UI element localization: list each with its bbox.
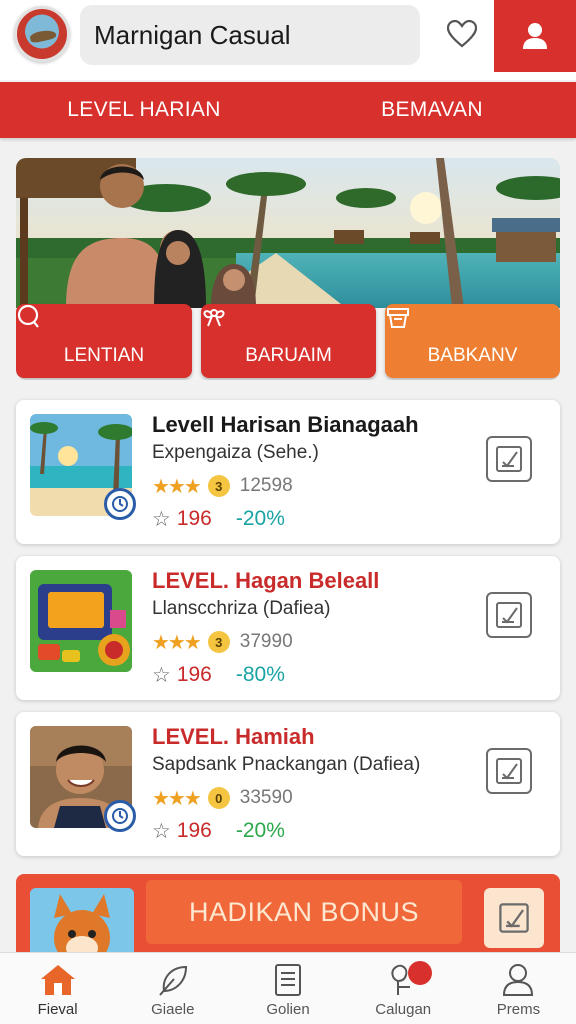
- card-discount: -20%: [235, 507, 285, 530]
- star-outline-icon: ☆: [152, 663, 171, 687]
- card-subtitle: Expengaiza (Sehe.): [152, 442, 319, 463]
- nav-label: Golien: [266, 1001, 310, 1018]
- card-count: 37990: [239, 631, 293, 652]
- nav-label: Giaele: [151, 1001, 195, 1018]
- card-rating: ★★★ 3 37990: [152, 630, 293, 654]
- rating-stars-icon: ★★★: [152, 631, 202, 654]
- edit-icon[interactable]: [486, 592, 532, 638]
- tab-level-harian[interactable]: LEVEL HARIAN: [0, 82, 288, 138]
- card-points: 196: [176, 819, 212, 842]
- coin-badge: 0: [207, 787, 230, 809]
- rating-stars-icon: ★★★: [152, 475, 202, 498]
- top-bar: Marnigan Casual: [0, 0, 576, 80]
- card-title: LEVEL. Hagan Beleall: [152, 568, 380, 593]
- hero-banner: LENTIAN BARUAIM BABKANV: [16, 158, 560, 380]
- baruaim-label: BARUAIM: [245, 345, 332, 366]
- nav-item-giaele[interactable]: Giaele: [115, 953, 230, 1024]
- baruaim-button[interactable]: BARUAIM: [201, 304, 376, 378]
- timer-icon: [104, 800, 136, 832]
- user-button[interactable]: [494, 0, 576, 72]
- timer-icon: [104, 488, 136, 520]
- level-card[interactable]: LEVEL. Hamiah Sapdsank Pnackangan (Dafie…: [16, 712, 560, 856]
- tab-bar: LEVEL HARIAN BEMAVAN: [0, 82, 576, 138]
- card-bottom-row: ☆ 196 -80%: [152, 662, 285, 688]
- app-title: Marnigan Casual: [94, 19, 291, 50]
- card-rating: ★★★ 0 33590: [152, 786, 293, 810]
- card-bottom-row: ☆ 196 -20%: [152, 506, 285, 532]
- box-icon: [387, 308, 486, 341]
- heart-icon[interactable]: [442, 14, 482, 54]
- card-subtitle: Llanscchriza (Dafiea): [152, 598, 331, 619]
- nav-label: Prems: [496, 1001, 541, 1018]
- nav-item-fieval[interactable]: Fieval: [0, 953, 115, 1024]
- bottom-nav: Fieval Giaele Golien Calugan Prems: [0, 952, 576, 1024]
- card-count: 12598: [239, 475, 293, 496]
- lentian-label: LENTIAN: [63, 345, 145, 366]
- star-outline-icon: ☆: [152, 819, 171, 843]
- document-icon: [275, 964, 301, 996]
- profile-icon: [503, 964, 534, 996]
- beach-resort-image: [16, 158, 560, 308]
- leaf-icon: [159, 965, 187, 996]
- card-subtitle: Sapdsank Pnackangan (Dafiea): [152, 754, 421, 775]
- card-points: 196: [176, 507, 212, 530]
- level-card[interactable]: Levell Harisan Bianagaah Expengaiza (Seh…: [16, 400, 560, 544]
- tab-bemavan[interactable]: BEMAVAN: [288, 82, 576, 138]
- nav-item-golien[interactable]: Golien: [230, 953, 345, 1024]
- babkanv-button[interactable]: BABKANV: [385, 304, 560, 378]
- card-points: 196: [176, 663, 212, 686]
- coin-badge: 3: [207, 475, 230, 497]
- card-discount: -20%: [235, 819, 285, 842]
- nav-item-calugan[interactable]: Calugan: [346, 953, 461, 1024]
- nav-label: Fieval: [37, 1001, 78, 1018]
- bonus-banner[interactable]: HADIKAN BONUS: [16, 874, 560, 964]
- star-outline-icon: ☆: [152, 507, 171, 531]
- coin-badge: 3: [207, 631, 230, 653]
- island-logo-icon[interactable]: [14, 6, 70, 62]
- search-icon: [17, 304, 117, 341]
- nav-label: Calugan: [375, 1001, 432, 1018]
- level-card[interactable]: LEVEL. Hagan Beleall Llanscchriza (Dafie…: [16, 556, 560, 700]
- bow-icon: [203, 309, 302, 341]
- lentian-button[interactable]: LENTIAN: [16, 304, 192, 378]
- card-discount: -80%: [235, 663, 285, 686]
- home-icon: [40, 965, 75, 995]
- app-title-box[interactable]: Marnigan Casual: [80, 5, 420, 65]
- card-bottom-row: ☆ 196 -20%: [152, 818, 285, 844]
- babkanv-label: BABKANV: [427, 345, 518, 366]
- card-title: Levell Harisan Bianagaah: [152, 412, 419, 437]
- bonus-label-box: HADIKAN BONUS: [146, 880, 462, 944]
- rating-stars-icon: ★★★: [152, 787, 202, 810]
- user-icon: [523, 23, 547, 49]
- bonus-label: HADIKAN BONUS: [188, 896, 420, 927]
- edit-icon[interactable]: [486, 748, 532, 794]
- tab-label: LEVEL HARIAN: [67, 98, 221, 121]
- edit-icon[interactable]: [486, 436, 532, 482]
- bonus-edit-icon[interactable]: [484, 888, 544, 948]
- notification-dot: [407, 961, 432, 985]
- bonus-box-thumbnail: [30, 570, 132, 672]
- tab-label: BEMAVAN: [381, 98, 483, 121]
- card-title: LEVEL. Hamiah: [152, 724, 315, 749]
- card-rating: ★★★ 3 12598: [152, 474, 293, 498]
- nav-item-prems[interactable]: Prems: [461, 953, 576, 1024]
- card-count: 33590: [239, 787, 293, 808]
